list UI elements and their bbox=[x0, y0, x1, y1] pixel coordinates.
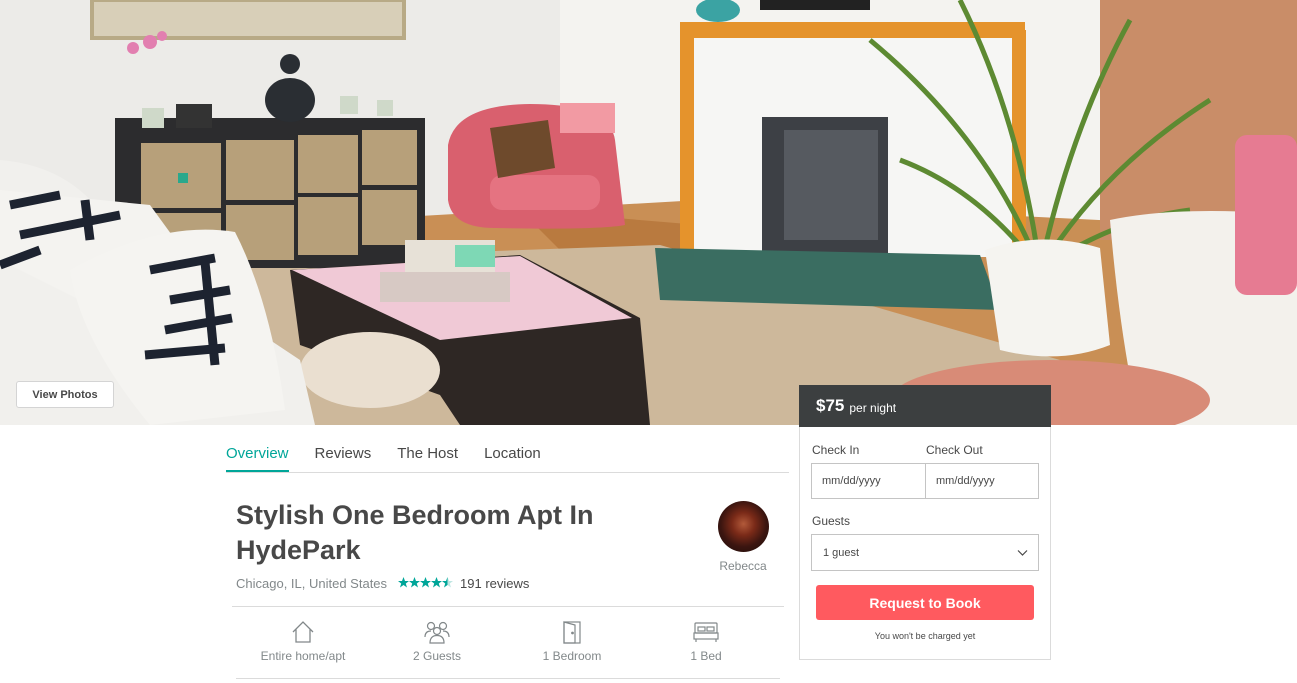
amenity-home: Entire home/apt bbox=[238, 620, 368, 663]
guests-select-value: 1 guest bbox=[823, 546, 860, 559]
guests-select[interactable]: 1 guest bbox=[811, 534, 1039, 571]
rating-stars-icon[interactable] bbox=[398, 576, 454, 591]
chevron-down-icon bbox=[1017, 550, 1028, 556]
door-icon bbox=[563, 621, 581, 644]
check-in-input[interactable]: mm/dd/yyyy bbox=[811, 463, 926, 499]
listing-location: Chicago, IL, United States bbox=[236, 576, 388, 591]
amenity-bed: 1 Bed bbox=[641, 620, 771, 663]
amenity-bedroom: 1 Bedroom bbox=[507, 620, 637, 663]
listing-tabs: Overview Reviews The Host Location bbox=[226, 438, 789, 473]
bed-icon bbox=[693, 622, 719, 642]
check-out-label: Check Out bbox=[926, 443, 983, 457]
amenity-label: Entire home/apt bbox=[260, 649, 346, 663]
tab-the-host[interactable]: The Host bbox=[397, 438, 458, 471]
guests-icon bbox=[424, 621, 450, 644]
home-icon bbox=[292, 621, 314, 643]
nightly-price: $75 bbox=[816, 396, 845, 415]
living-room-photo bbox=[0, 0, 1297, 425]
divider bbox=[236, 678, 780, 679]
booking-panel: $75 per night Check In Check Out mm/dd/y… bbox=[799, 385, 1051, 660]
tab-reviews[interactable]: Reviews bbox=[315, 438, 372, 471]
amenity-label: 1 Bed bbox=[690, 649, 722, 663]
divider bbox=[232, 606, 784, 607]
view-photos-button[interactable]: View Photos bbox=[16, 381, 114, 408]
price-unit: per night bbox=[849, 401, 897, 415]
host-avatar[interactable] bbox=[717, 501, 769, 552]
amenities-row: Entire home/apt 2 Guests 1 Bedroom 1 Bed bbox=[236, 620, 780, 668]
tab-overview[interactable]: Overview bbox=[226, 438, 289, 472]
tab-location[interactable]: Location bbox=[484, 438, 541, 471]
check-out-input[interactable]: mm/dd/yyyy bbox=[925, 463, 1039, 499]
listing-hero-photo[interactable]: View Photos bbox=[0, 0, 1297, 425]
reviews-count-link[interactable]: 191 reviews bbox=[460, 576, 529, 591]
guests-label: Guests bbox=[812, 514, 851, 528]
amenity-guests: 2 Guests bbox=[372, 620, 502, 663]
no-charge-note: You won't be charged yet bbox=[874, 631, 976, 641]
listing-subtitle-row: Chicago, IL, United States 191 reviews bbox=[236, 576, 529, 591]
request-to-book-button[interactable]: Request to Book bbox=[816, 585, 1034, 620]
amenity-label: 2 Guests bbox=[412, 649, 462, 663]
host-name: Rebecca bbox=[719, 559, 767, 573]
host-profile[interactable]: Rebecca bbox=[716, 501, 770, 573]
price-bar: $75 per night bbox=[799, 385, 1051, 427]
check-in-label: Check In bbox=[812, 443, 860, 457]
amenity-label: 1 Bedroom bbox=[542, 649, 602, 663]
listing-title: Stylish One Bedroom Apt In HydePark bbox=[236, 500, 594, 565]
